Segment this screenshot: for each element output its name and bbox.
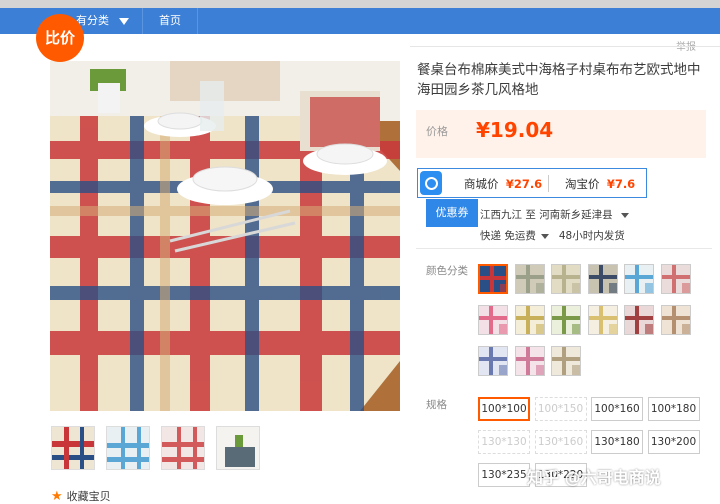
color-swatch[interactable] xyxy=(514,264,545,294)
ship-from: 江西九江 xyxy=(480,209,522,221)
chevron-down-icon xyxy=(540,233,549,239)
ship-dispatch: 48小时内发货 xyxy=(558,230,625,242)
color-swatch[interactable] xyxy=(660,305,691,335)
price-box: 价格 ¥19.04 xyxy=(416,110,706,158)
thumbnail-3[interactable] xyxy=(161,426,205,470)
price-compare-row[interactable]: 商城价 ¥27.6 淘宝价 ¥7.6 xyxy=(417,168,647,198)
color-swatch[interactable] xyxy=(551,264,581,294)
nav-home-link[interactable]: 首页 xyxy=(142,8,198,34)
star-icon: ★ xyxy=(51,489,63,504)
size-option[interactable]: 100*180 xyxy=(647,397,700,421)
ship-to-word: 至 xyxy=(525,209,536,221)
category-menu-label: 有分类 xyxy=(76,14,109,27)
color-swatch[interactable] xyxy=(514,346,545,376)
coupon-button[interactable]: 优惠券 xyxy=(426,199,478,227)
chevron-down-icon xyxy=(118,17,129,25)
thumbnail-2[interactable] xyxy=(106,426,150,470)
color-swatch[interactable] xyxy=(624,305,654,335)
size-option: 100*150 xyxy=(534,397,587,421)
price-compare-badge[interactable]: 比价 xyxy=(36,14,84,62)
chevron-down-icon xyxy=(621,212,630,218)
ship-method: 快递 免运费 xyxy=(480,230,536,242)
thumbnail-4[interactable] xyxy=(216,426,260,470)
favorite-label: 收藏宝贝 xyxy=(66,490,111,503)
ship-to: 河南新乡延津县 xyxy=(539,209,613,221)
product-main-image[interactable] xyxy=(50,61,400,411)
product-title: 餐桌台布棉麻美式中海格子村桌布布艺欧式地中海田园乡茶几风格地 xyxy=(417,62,701,98)
divider xyxy=(410,46,720,47)
search-icon xyxy=(420,171,442,195)
size-option[interactable]: 130*235 xyxy=(478,463,530,487)
size-option[interactable]: 130*180 xyxy=(591,430,643,454)
size-option: 130*160 xyxy=(534,430,587,454)
price-label: 价格 xyxy=(426,125,448,138)
color-swatch[interactable] xyxy=(587,264,618,294)
taobao-price: 淘宝价 ¥7.6 xyxy=(565,177,636,191)
divider xyxy=(416,248,712,249)
top-strip xyxy=(0,0,720,8)
color-swatch[interactable] xyxy=(587,305,618,335)
favorite-link[interactable]: ★ 收藏宝贝 xyxy=(51,488,111,504)
color-swatch[interactable] xyxy=(551,305,581,335)
color-swatch[interactable] xyxy=(478,346,508,376)
color-swatch[interactable] xyxy=(478,264,508,294)
color-label: 颜色分类 xyxy=(426,265,468,277)
mall-price: 商城价 ¥27.6 xyxy=(464,177,543,191)
size-label: 规格 xyxy=(426,399,447,411)
size-option: 130*130 xyxy=(478,430,530,454)
size-option[interactable]: 130*200 xyxy=(647,430,700,454)
color-swatch[interactable] xyxy=(478,305,508,335)
color-swatch[interactable] xyxy=(660,264,691,294)
shipping-route[interactable]: 江西九江 至 河南新乡延津县 xyxy=(480,207,630,222)
color-swatch[interactable] xyxy=(624,264,654,294)
compare-separator xyxy=(548,175,549,192)
shipping-method[interactable]: 快递 免运费 48小时内发货 xyxy=(480,228,625,243)
size-option[interactable]: 100*100 xyxy=(478,397,530,421)
watermark: 知乎 @六哥电商说 xyxy=(527,468,661,487)
size-option[interactable]: 100*160 xyxy=(591,397,643,421)
color-swatch[interactable] xyxy=(514,305,545,335)
color-swatch[interactable] xyxy=(551,346,581,376)
price-value: ¥19.04 xyxy=(476,118,554,142)
thumbnail-1[interactable] xyxy=(51,426,95,470)
